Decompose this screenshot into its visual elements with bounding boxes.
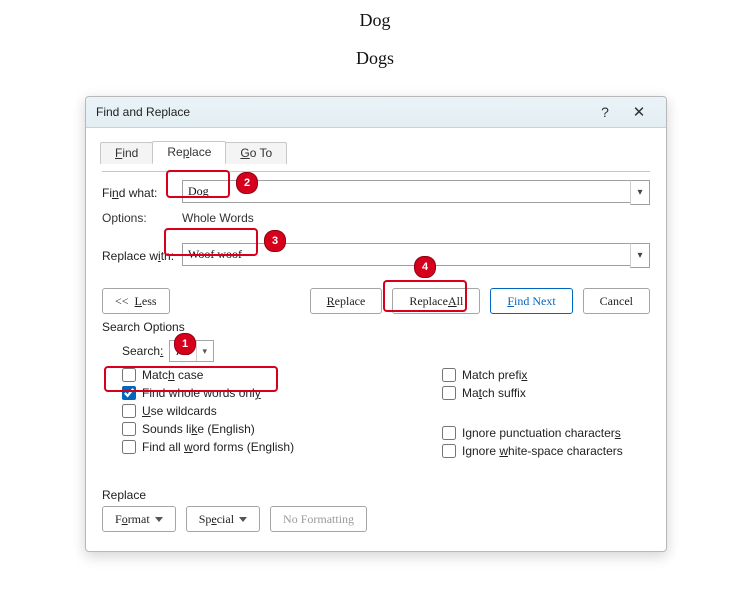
replace-section-label: Replace (102, 488, 650, 502)
close-button[interactable]: ✕ (622, 97, 656, 127)
help-button[interactable]: ? (588, 97, 622, 127)
find-what-combo[interactable]: ▾ (182, 180, 650, 205)
replace-with-label: Replace with: (102, 249, 182, 263)
find-next-button[interactable]: Find Next (490, 288, 572, 314)
replace-button[interactable]: Replace (310, 288, 383, 314)
replace-all-button[interactable]: Replace All (392, 288, 480, 314)
dialog-title: Find and Replace (96, 105, 588, 119)
find-what-label: Find what: (102, 186, 182, 200)
search-direction-value: All (170, 344, 195, 358)
doc-text-line2: Dogs (0, 48, 750, 69)
tab-replace[interactable]: Replace (152, 141, 226, 164)
match-suffix-checkbox[interactable]: Match suffix (442, 386, 623, 400)
replace-with-combo[interactable]: ▾ (182, 243, 650, 268)
options-columns: Match case Find whole words only Use wil… (102, 368, 650, 458)
titlebar: Find and Replace ? ✕ (86, 97, 666, 128)
action-button-row: << Less Replace Replace All Find Next Ca… (102, 288, 650, 314)
less-button[interactable]: << Less (102, 288, 170, 314)
cancel-button[interactable]: Cancel (583, 288, 650, 314)
doc-text-line1: Dog (0, 10, 750, 31)
options-value: Whole Words (182, 211, 254, 225)
search-direction-row: Search: All ▾ (122, 340, 650, 362)
dialog-body: Find Replace Go To Find what: ▾ Options:… (86, 128, 666, 544)
wildcards-checkbox[interactable]: Use wildcards (122, 404, 382, 418)
replace-with-row: Replace with: ▾ (102, 243, 650, 268)
match-case-checkbox[interactable]: Match case (122, 368, 382, 382)
find-what-dropdown[interactable]: ▾ (630, 180, 650, 205)
search-options-title: Search Options (102, 320, 650, 334)
find-what-input[interactable] (182, 180, 630, 203)
tab-goto[interactable]: Go To (225, 142, 287, 164)
find-replace-dialog: Find and Replace ? ✕ Find Replace Go To … (85, 96, 667, 552)
no-formatting-button[interactable]: No Formatting (270, 506, 367, 532)
search-direction-select[interactable]: All ▾ (169, 340, 213, 362)
replace-with-dropdown[interactable]: ▾ (630, 243, 650, 268)
options-label: Options: (102, 211, 182, 225)
stage: Dog Dogs Find and Replace ? ✕ Find Repla… (0, 0, 750, 598)
search-direction-dropdown[interactable]: ▾ (196, 341, 213, 361)
match-prefix-checkbox[interactable]: Match prefix (442, 368, 623, 382)
word-forms-checkbox[interactable]: Find all word forms (English) (122, 440, 382, 454)
sounds-like-checkbox[interactable]: Sounds like (English) (122, 422, 382, 436)
find-what-row: Find what: ▾ (102, 180, 650, 205)
ignore-ws-checkbox[interactable]: Ignore white-space characters (442, 444, 623, 458)
format-button[interactable]: Format (102, 506, 176, 532)
bottom-button-row: Format Special No Formatting (102, 506, 650, 532)
special-button[interactable]: Special (186, 506, 260, 532)
tab-find[interactable]: Find (100, 142, 153, 164)
whole-words-checkbox[interactable]: Find whole words only (122, 386, 382, 400)
ignore-punct-checkbox[interactable]: Ignore punctuation characters (442, 426, 623, 440)
tab-bar: Find Replace Go To (100, 140, 650, 164)
search-direction-label: Search: (122, 344, 163, 358)
replace-with-input[interactable] (182, 243, 630, 266)
find-options-row: Options: Whole Words (182, 211, 650, 225)
